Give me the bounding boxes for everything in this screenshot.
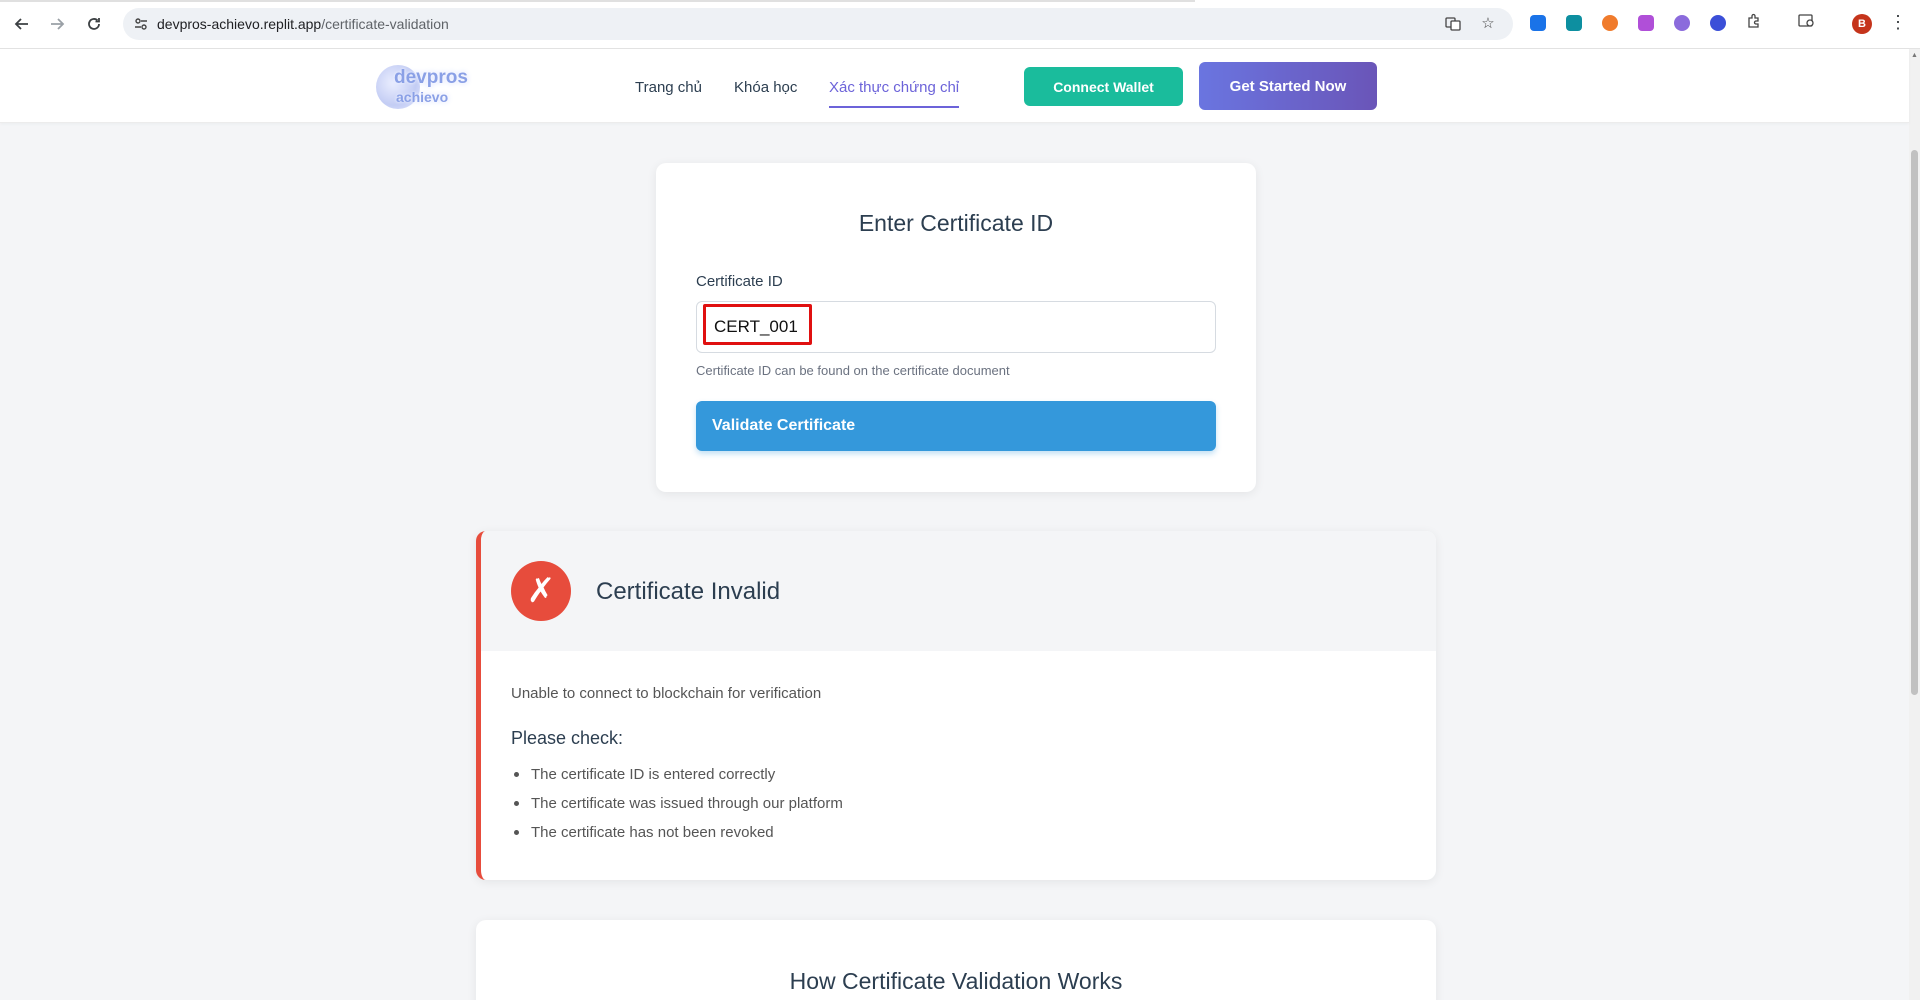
- url-path: /certificate-validation: [321, 16, 449, 32]
- nav-home[interactable]: Trang chủ: [635, 79, 702, 96]
- result-title: Certificate Invalid: [596, 578, 781, 605]
- page-load-bar: [0, 0, 1195, 2]
- validate-certificate-button[interactable]: Validate Certificate: [696, 401, 1216, 451]
- url-host: devpros-achievo.replit.app: [157, 16, 322, 32]
- forward-icon[interactable]: [45, 12, 69, 36]
- nav-courses[interactable]: Khóa học: [734, 79, 797, 96]
- list-item: The certificate ID is entered correctly: [511, 766, 843, 795]
- nav-certificate-validation[interactable]: Xác thực chứng chỉ: [829, 79, 960, 108]
- scrollbar-thumb[interactable]: [1911, 150, 1918, 695]
- how-it-works-title: How Certificate Validation Works: [789, 968, 1123, 994]
- extension-bolt-icon[interactable]: [1710, 15, 1726, 31]
- tab-search-icon[interactable]: [1798, 13, 1814, 29]
- site-settings-icon[interactable]: [133, 16, 149, 32]
- translate-icon[interactable]: [1445, 16, 1461, 32]
- logo-text-achievo: achievo: [396, 89, 449, 105]
- get-started-button[interactable]: Get Started Now: [1199, 62, 1377, 110]
- check-list: The certificate ID is entered correctly …: [511, 766, 843, 853]
- invalid-x-icon: ✗: [511, 561, 571, 621]
- devpros-logo[interactable]: devpros achievo: [376, 65, 472, 109]
- nav-certificate-validation-label: Xác thực chứng chỉ: [829, 79, 960, 96]
- certificate-id-input[interactable]: [696, 301, 1216, 353]
- browser-menu-icon[interactable]: ⋮: [1889, 12, 1907, 33]
- check-title: Please check:: [511, 728, 624, 748]
- result-header: ✗ Certificate Invalid: [481, 531, 1436, 651]
- bookmark-star-icon[interactable]: ☆: [1480, 16, 1496, 32]
- site-header: devpros achievo Trang chủ Khóa học Xác t…: [0, 49, 1909, 123]
- browser-toolbar: devpros-achievo.replit.app/certificate-v…: [0, 0, 1920, 49]
- extension-grid-icon[interactable]: [1638, 15, 1654, 31]
- extension-cloud-icon[interactable]: [1674, 15, 1690, 31]
- extensions-puzzle-icon[interactable]: [1746, 13, 1762, 29]
- list-item: The certificate was issued through our p…: [511, 795, 843, 824]
- certificate-id-help: Certificate ID can be found on the certi…: [696, 363, 1010, 378]
- validation-result-card: ✗ Certificate Invalid Unable to connect …: [476, 531, 1436, 880]
- connect-wallet-button[interactable]: Connect Wallet: [1024, 67, 1183, 106]
- form-title: Enter Certificate ID: [858, 210, 1054, 236]
- extension-k-icon[interactable]: [1530, 15, 1546, 31]
- address-bar[interactable]: devpros-achievo.replit.app/certificate-v…: [123, 8, 1513, 40]
- extension-n-icon[interactable]: [1566, 15, 1582, 31]
- certificate-form-card: Enter Certificate ID Certificate ID Cert…: [656, 163, 1256, 492]
- profile-avatar[interactable]: B: [1852, 14, 1872, 34]
- reload-icon[interactable]: [82, 12, 106, 36]
- certificate-id-label: Certificate ID: [696, 273, 783, 290]
- result-message: Unable to connect to blockchain for veri…: [511, 685, 822, 702]
- url-text: devpros-achievo.replit.app/certificate-v…: [157, 16, 449, 32]
- back-icon[interactable]: [10, 12, 34, 36]
- scroll-up-icon[interactable]: ▲: [1911, 52, 1918, 59]
- extension-ring-icon[interactable]: [1602, 15, 1618, 31]
- list-item: The certificate has not been revoked: [511, 824, 843, 853]
- nav-active-underline: [829, 106, 960, 108]
- logo-text-devpros: devpros: [394, 67, 468, 88]
- how-it-works-card: How Certificate Validation Works: [476, 920, 1436, 1000]
